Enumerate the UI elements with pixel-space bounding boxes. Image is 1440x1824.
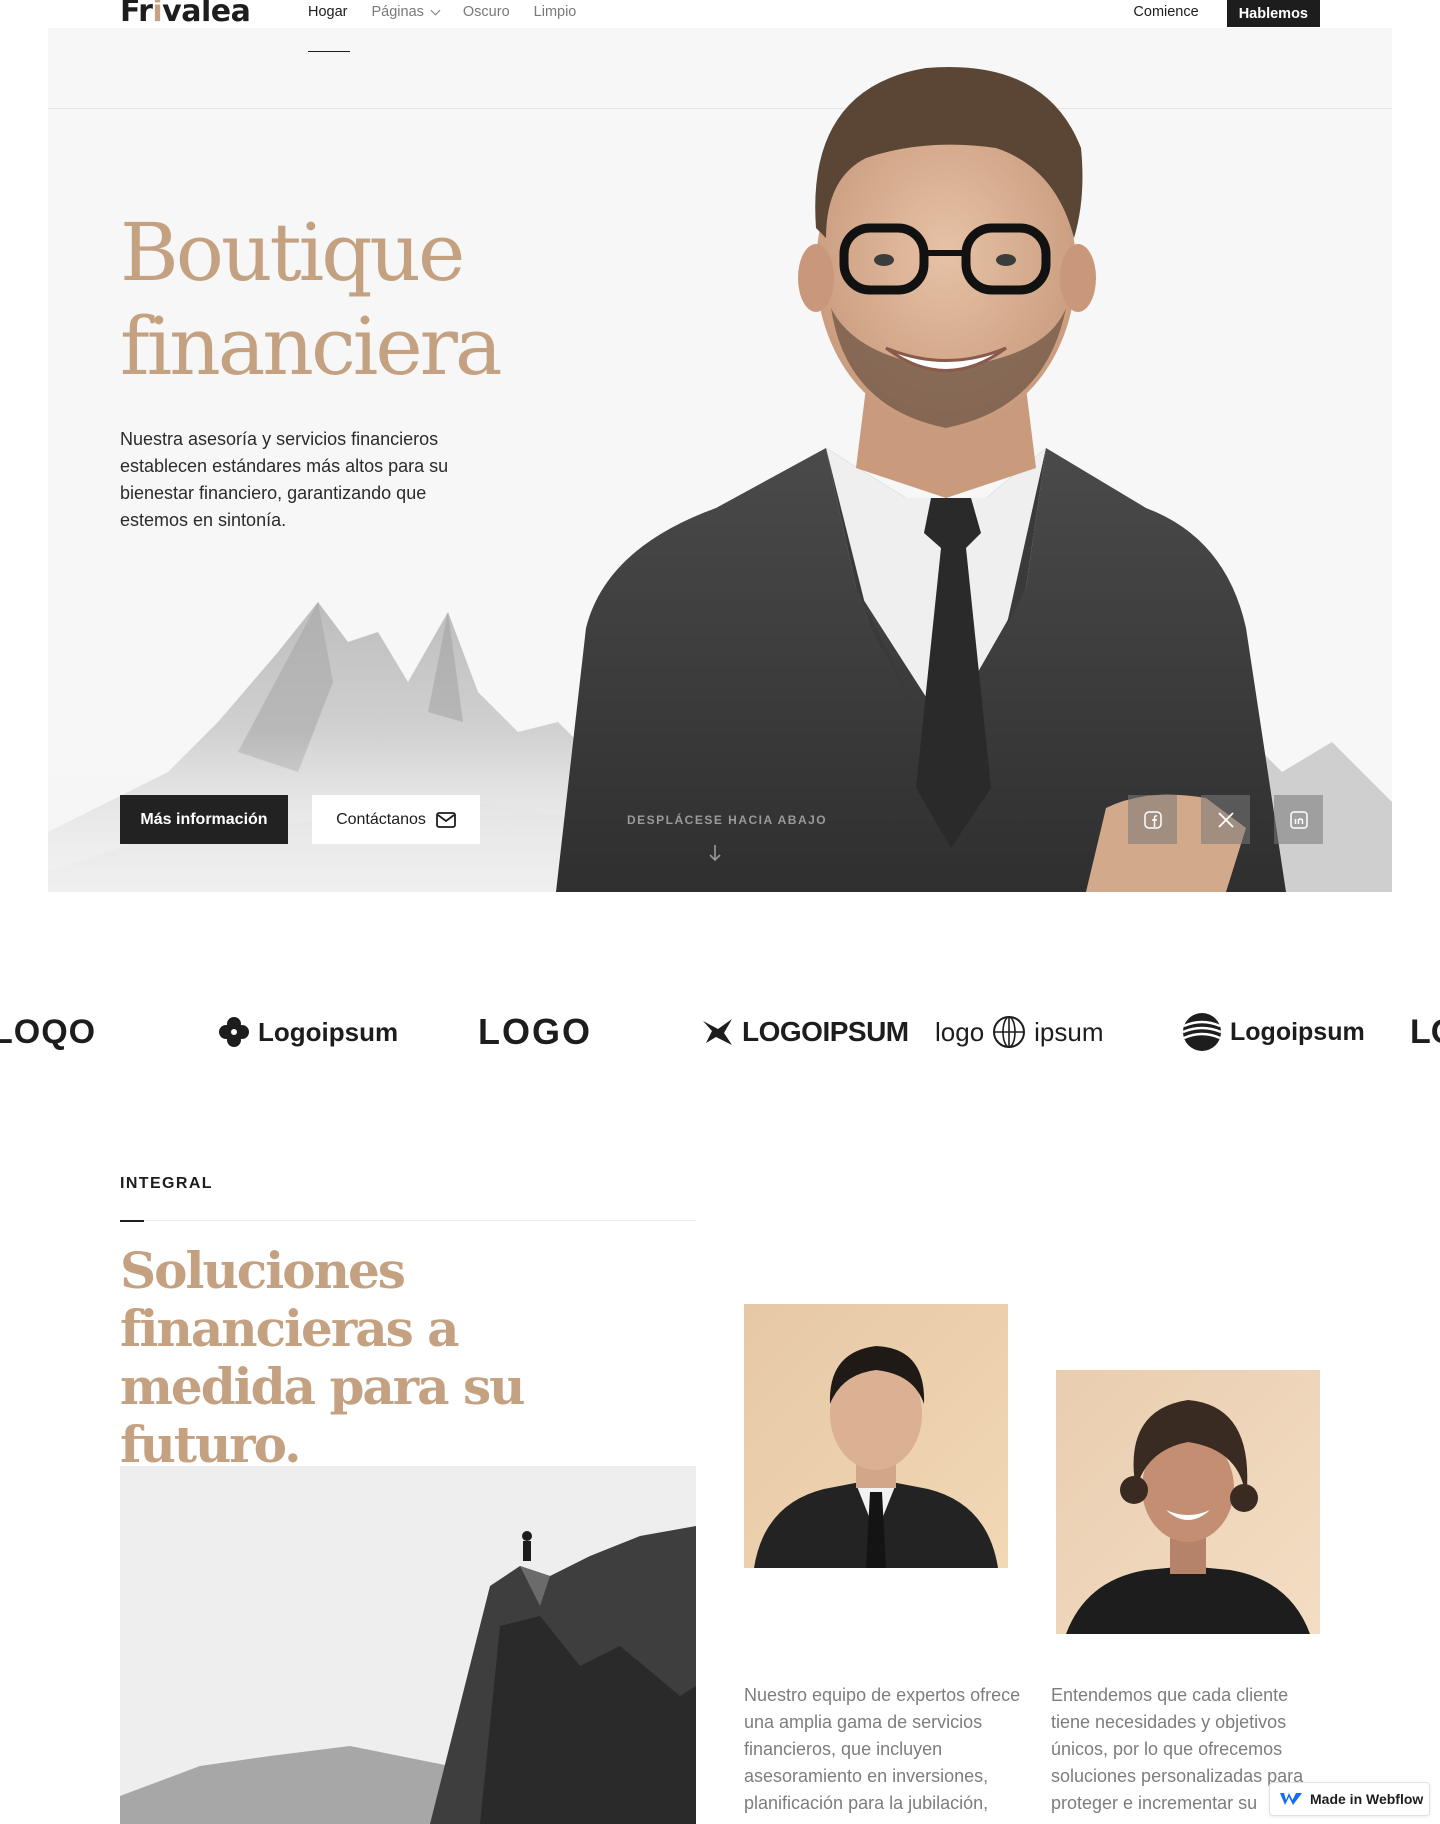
flower-logo-icon — [219, 1017, 249, 1047]
facebook-icon — [1143, 810, 1162, 829]
nav-links: Hogar Páginas Oscuro Limpio — [308, 4, 576, 20]
section-title-line-2: medida para su futuro. — [120, 1357, 525, 1474]
start-link[interactable]: Comience — [1133, 4, 1198, 20]
nav-link-clean[interactable]: Limpio — [534, 4, 577, 20]
logo-loqo-text: LOQO — [0, 1012, 97, 1051]
waves-logo-icon — [1182, 1013, 1222, 1051]
man-portrait-illustration — [744, 1304, 1008, 1568]
brand-logo[interactable]: Frivalea — [120, 0, 251, 29]
client-logos-strip: LOQO Logoipsum LOGO LOGOIPSUM logo ipsum… — [0, 1008, 1440, 1056]
team-member-photo-woman — [1056, 1370, 1320, 1634]
climber-photo — [120, 1466, 696, 1824]
nav-link-pages-label: Páginas — [371, 4, 424, 20]
logo-partial-text: LO — [1410, 1012, 1440, 1051]
x-button[interactable] — [1201, 795, 1250, 844]
logo-partial: LO — [1410, 1008, 1440, 1056]
nav-actions: Comience Hablemos — [1133, 0, 1320, 27]
logo-ipsum-word: ipsum — [1034, 1016, 1104, 1047]
arrow-down-icon[interactable] — [708, 844, 722, 862]
logo-loqo: LOQO — [0, 1008, 96, 1056]
hero-title-line-1: Boutique — [120, 206, 465, 299]
linkedin-button[interactable] — [1274, 795, 1323, 844]
logo-logo-box: LOGO — [478, 1008, 592, 1056]
nav-link-dark[interactable]: Oscuro — [463, 4, 510, 20]
logo-logo-ipsum-globe: logo ipsum — [935, 1008, 1104, 1056]
logo-logoipsum-text-2: Logoipsum — [1230, 1017, 1365, 1046]
logo-logo-text: LOGO — [478, 1011, 592, 1052]
brand-name-accent: i — [152, 0, 163, 29]
globe-logo-icon — [993, 1016, 1026, 1048]
logo-logoipsum-waves: Logoipsum — [1182, 1008, 1365, 1056]
logo-logoipsum-caps-text: LOGOIPSUM — [742, 1016, 909, 1047]
brand-name-end: valea — [162, 0, 251, 29]
webflow-icon — [1280, 1793, 1302, 1805]
section-rule-accent — [120, 1220, 144, 1222]
climber-photo-illustration — [120, 1466, 696, 1824]
contact-button-label: Contáctanos — [336, 810, 426, 828]
logo-logoipsum-bird: LOGOIPSUM — [702, 1008, 909, 1056]
facebook-button[interactable] — [1128, 795, 1177, 844]
scroll-down-label[interactable]: DESPLÁCESE HACIA ABAJO — [627, 813, 827, 827]
services-paragraph: Nuestro equipo de expertos ofrece una am… — [744, 1685, 1021, 1813]
section-title-line-1: Soluciones financieras a — [120, 1241, 460, 1358]
hero-section: Boutique financiera Nuestra asesoría y s… — [48, 28, 1392, 892]
nav-link-pages[interactable]: Páginas — [371, 4, 441, 20]
bird-logo-icon — [703, 1019, 732, 1045]
badge-label: Made in Webflow — [1310, 1791, 1424, 1807]
hero-description: Nuestra asesoría y servicios financieros… — [120, 429, 449, 530]
brand-name-start: Fr — [120, 0, 153, 29]
woman-portrait-illustration — [1056, 1370, 1320, 1634]
mail-icon — [436, 811, 456, 828]
section-title: Soluciones financieras a medida para su … — [120, 1242, 700, 1474]
hero-title: Boutique financiera — [120, 206, 503, 394]
chevron-down-icon — [430, 5, 441, 15]
logo-logo-word: logo — [935, 1016, 985, 1047]
contact-button[interactable]: Contáctanos — [312, 795, 480, 844]
learn-more-button[interactable]: Más información — [120, 795, 288, 844]
x-twitter-icon — [1217, 811, 1234, 828]
nav-active-indicator — [308, 51, 350, 52]
hero-title-line-2: financiera — [120, 300, 503, 393]
nav-link-home[interactable]: Hogar — [308, 4, 348, 20]
social-links — [1128, 795, 1323, 844]
top-nav: Frivalea Hogar Páginas Oscuro Limpio Com… — [0, 0, 1440, 52]
logo-logoipsum-flower: Logoipsum — [218, 1008, 398, 1056]
section-eyebrow: INTEGRAL — [120, 1175, 213, 1192]
linkedin-icon — [1289, 810, 1308, 829]
section-rule — [120, 1220, 696, 1221]
team-member-photo-man — [744, 1304, 1008, 1568]
hero-person-photo — [556, 67, 1286, 892]
lets-talk-button[interactable]: Hablemos — [1226, 0, 1320, 27]
made-in-webflow-badge[interactable]: Made in Webflow — [1269, 1782, 1430, 1816]
logo-logoipsum-text: Logoipsum — [258, 1016, 399, 1047]
